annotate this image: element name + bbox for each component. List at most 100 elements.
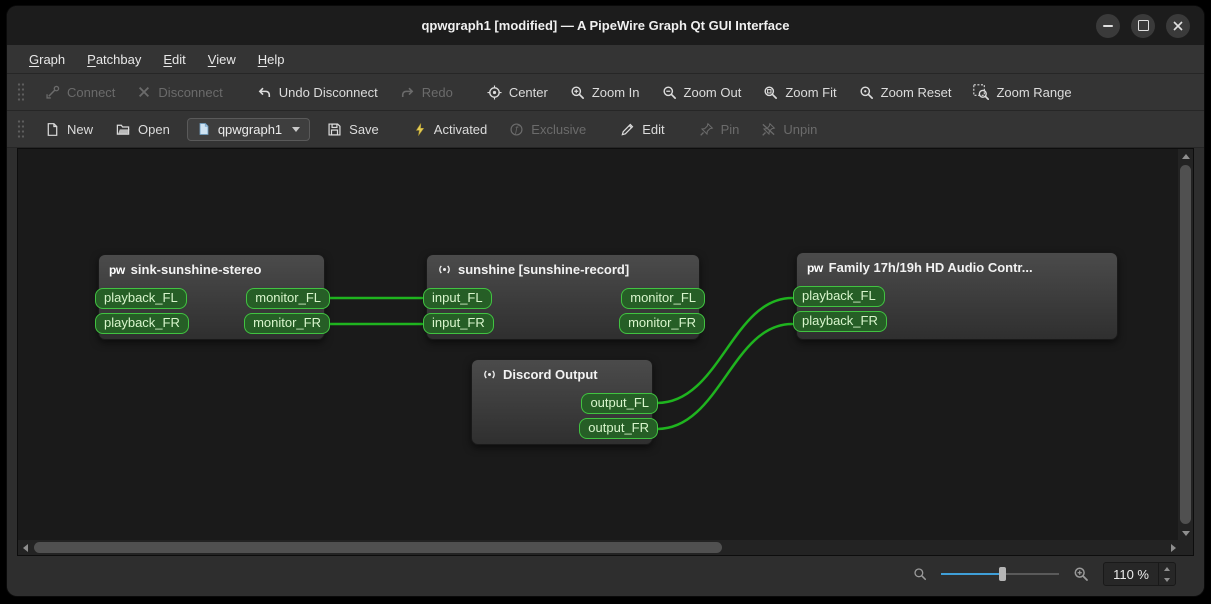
port-playback-fl[interactable]: playback_FL <box>95 288 187 309</box>
undo-label: Undo Disconnect <box>278 84 378 100</box>
open-folder-icon <box>116 124 130 135</box>
maximize-button[interactable] <box>1131 13 1155 38</box>
save-label: Save <box>349 121 379 137</box>
node-sink-sunshine-stereo[interactable]: pw sink-sunshine-stereo playback_FL play… <box>95 254 330 340</box>
scrollbar-corner <box>1178 540 1193 555</box>
node-header: pw Family 17h/19h HD Audio Contr... <box>797 253 1117 275</box>
zoom-reset-button[interactable]: Zoom Reset <box>850 80 961 105</box>
port-output-fr[interactable]: output_FR <box>579 418 658 439</box>
app-window: qpwgraph1 [modified] — A PipeWire Graph … <box>7 6 1204 596</box>
window-title: qpwgraph1 [modified] — A PipeWire Graph … <box>421 18 790 33</box>
zoom-in-icon <box>571 85 584 99</box>
patchbay-selector-combo[interactable]: qpwgraph1 <box>186 117 311 141</box>
menu-item-edit[interactable]: Edit <box>153 48 195 71</box>
spin-down-button[interactable] <box>1159 574 1175 585</box>
center-icon <box>487 84 502 100</box>
monitor-icon <box>482 367 497 382</box>
undo-disconnect-button[interactable]: Undo Disconnect <box>248 80 387 105</box>
zoom-fit-button[interactable]: Zoom Fit <box>754 80 845 105</box>
node-family-hd-audio[interactable]: pw Family 17h/19h HD Audio Contr... play… <box>793 252 1118 340</box>
zoom-in-button[interactable]: Zoom In <box>561 80 649 105</box>
v-scroll-thumb[interactable] <box>1180 165 1191 524</box>
port-playback-fl[interactable]: playback_FL <box>793 286 885 307</box>
zoom-slider[interactable] <box>941 566 1060 582</box>
port-monitor-fr[interactable]: monitor_FR <box>244 313 330 334</box>
toolbar-drag-handle[interactable] <box>17 119 24 139</box>
port-monitor-fr[interactable]: monitor_FR <box>619 313 705 334</box>
zoom-range-icon <box>973 84 990 100</box>
node-header: pw sink-sunshine-stereo <box>99 255 324 277</box>
port-output-fl[interactable]: output_FL <box>581 393 658 414</box>
status-bar: 110 % <box>7 556 1204 592</box>
unpin-label: Unpin <box>783 121 818 137</box>
open-button[interactable]: Open <box>106 117 179 142</box>
zoom-spinbox[interactable]: 110 % <box>1103 562 1176 586</box>
unpin-icon <box>762 122 776 136</box>
edit-pencil-icon <box>621 123 634 136</box>
port-input-fl[interactable]: input_FL <box>423 288 492 309</box>
window-titlebar[interactable]: qpwgraph1 [modified] — A PipeWire Graph … <box>7 6 1204 45</box>
port-input-fr[interactable]: input_FR <box>423 313 494 334</box>
v-scroll-down-button[interactable] <box>1178 526 1193 540</box>
port-monitor-fl[interactable]: monitor_FL <box>621 288 705 309</box>
zoom-slider-thumb[interactable] <box>999 567 1007 581</box>
edit-label: Edit <box>642 121 665 137</box>
graph-view-frame: pw sink-sunshine-stereo playback_FL play… <box>17 148 1194 556</box>
h-scroll-thumb[interactable] <box>34 542 722 553</box>
disconnect-button[interactable]: Disconnect <box>128 80 231 105</box>
port-playback-fr[interactable]: playback_FR <box>95 313 189 334</box>
menu-item-view[interactable]: View <box>198 48 246 71</box>
save-button[interactable]: Save <box>318 117 388 142</box>
edit-toggle[interactable]: Edit <box>611 117 673 142</box>
h-scroll-left-button[interactable] <box>18 540 32 555</box>
v-scrollbar[interactable] <box>1178 149 1193 540</box>
activated-toggle[interactable]: Activated <box>404 117 496 142</box>
patchbay-selector-value: qpwgraph1 <box>217 121 283 137</box>
activated-bolt-icon <box>415 122 424 136</box>
new-label: New <box>67 121 94 137</box>
pin-button[interactable]: Pin <box>690 117 749 142</box>
exclusive-toggle[interactable]: f Exclusive <box>500 117 595 142</box>
port-playback-fr[interactable]: playback_FR <box>793 311 887 332</box>
toolbar-drag-handle[interactable] <box>17 82 24 102</box>
zoom-reset-label: Zoom Reset <box>880 84 952 100</box>
disconnect-icon <box>139 86 150 98</box>
unpin-button[interactable]: Unpin <box>752 117 826 142</box>
zoom-value[interactable]: 110 % <box>1104 563 1158 585</box>
spin-up-button[interactable] <box>1159 563 1175 574</box>
arrow-down-icon <box>1181 530 1190 536</box>
zoom-reset-icon <box>860 85 873 99</box>
graph-canvas[interactable]: pw sink-sunshine-stereo playback_FL play… <box>18 149 1180 540</box>
redo-button[interactable]: Redo <box>391 80 462 105</box>
close-button[interactable] <box>1166 13 1190 38</box>
menu-item-help[interactable]: Help <box>248 48 295 71</box>
close-icon <box>1173 20 1183 31</box>
disconnect-label: Disconnect <box>158 84 223 100</box>
zoom-out-indicator-icon <box>914 568 927 581</box>
zoom-out-button[interactable]: Zoom Out <box>653 80 751 105</box>
dropdown-arrow-icon <box>292 126 301 132</box>
v-scroll-up-button[interactable] <box>1178 149 1193 163</box>
node-title: Discord Output <box>503 367 598 382</box>
save-icon <box>328 122 341 136</box>
arrow-left-icon <box>22 543 28 552</box>
menu-item-patchbay[interactable]: Patchbay <box>77 48 151 71</box>
center-button[interactable]: Center <box>478 80 557 105</box>
node-title: Family 17h/19h HD Audio Contr... <box>828 260 1033 275</box>
connect-button[interactable]: Connect <box>36 80 124 105</box>
zoom-range-button[interactable]: Zoom Range <box>964 79 1080 105</box>
node-sunshine-record[interactable]: sunshine [sunshine-record] input_FL inpu… <box>423 254 705 340</box>
minimize-button[interactable] <box>1096 13 1120 38</box>
new-button[interactable]: New <box>36 117 102 142</box>
h-scrollbar[interactable] <box>18 540 1180 555</box>
open-label: Open <box>138 121 170 137</box>
exclusive-label: Exclusive <box>531 121 587 137</box>
menu-item-graph[interactable]: Graph <box>19 48 75 71</box>
connect-label: Connect <box>67 84 116 100</box>
pipewire-icon: pw <box>807 260 823 275</box>
minimize-icon <box>1103 24 1113 27</box>
pipewire-icon: pw <box>109 262 125 277</box>
port-monitor-fl[interactable]: monitor_FL <box>246 288 330 309</box>
node-discord-output[interactable]: Discord Output output_FL output_FR <box>471 359 658 445</box>
menubar: Graph Patchbay Edit View Help <box>7 45 1204 74</box>
